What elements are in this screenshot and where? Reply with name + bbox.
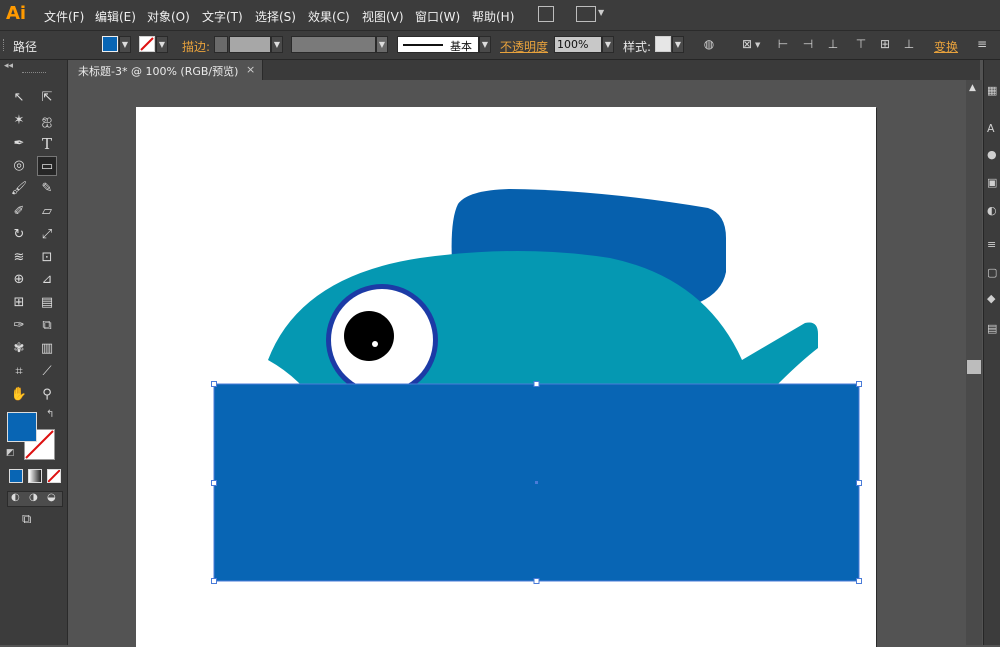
handle-bottom-middle[interactable] bbox=[533, 578, 540, 584]
color-panel-icon[interactable]: ▦ bbox=[987, 84, 997, 97]
handle-bottom-left[interactable] bbox=[211, 578, 217, 584]
handle-middle-right[interactable] bbox=[856, 480, 862, 486]
fish-pupil[interactable] bbox=[344, 311, 394, 361]
handle-bottom-right[interactable] bbox=[856, 578, 862, 584]
fish-eye-highlight bbox=[372, 341, 378, 347]
handle-top-right[interactable] bbox=[856, 381, 862, 387]
scroll-thumb[interactable] bbox=[967, 360, 981, 374]
symbols-panel-icon[interactable]: ◐ bbox=[987, 204, 997, 217]
brushes-panel-icon[interactable]: ▣ bbox=[987, 176, 997, 189]
canvas-artwork bbox=[211, 189, 862, 584]
handle-top-middle[interactable] bbox=[533, 381, 540, 387]
character-panel-icon[interactable]: A bbox=[987, 122, 995, 135]
center-point bbox=[535, 481, 538, 484]
right-panel-dock: ▦ A ● ▣ ◐ ≡ ▢ ◆ ▤ bbox=[983, 60, 1000, 645]
appearance-panel-icon[interactable]: ▤ bbox=[987, 322, 997, 335]
transparency-panel-icon[interactable]: ◆ bbox=[987, 292, 995, 305]
handle-top-left[interactable] bbox=[211, 381, 217, 387]
fill-color-box[interactable] bbox=[7, 412, 37, 442]
scroll-up-icon[interactable]: ▲ bbox=[969, 83, 976, 93]
handle-middle-left[interactable] bbox=[211, 480, 217, 486]
swatches-panel-icon[interactable]: ● bbox=[987, 148, 997, 161]
stroke-panel-icon[interactable]: ≡ bbox=[987, 238, 996, 251]
gradient-panel-icon[interactable]: ▢ bbox=[987, 266, 997, 279]
